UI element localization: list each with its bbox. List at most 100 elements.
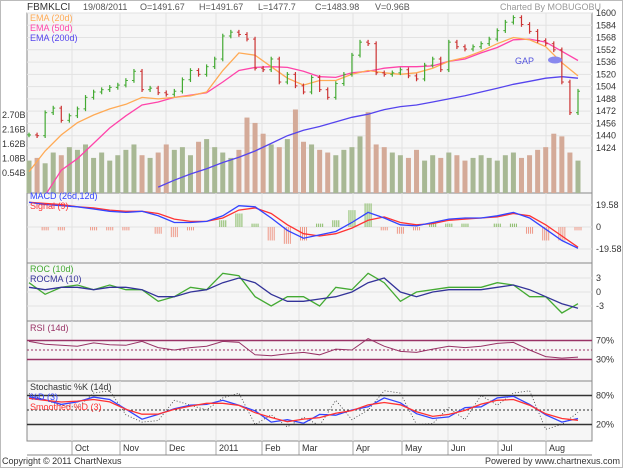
volume-bar	[430, 155, 436, 193]
volume-bar	[438, 157, 444, 193]
volume-bar	[470, 157, 476, 193]
x-tick-label: Aug	[549, 443, 565, 453]
macd-tick-label: 19.58	[596, 200, 619, 210]
volume-bar	[494, 160, 500, 193]
price-tick-label: 1472	[596, 106, 616, 116]
price-tick-label: 1520	[596, 69, 616, 79]
volume-bar	[446, 152, 452, 193]
price-tick-label: 1536	[596, 57, 616, 67]
macd-tick-label: 0	[596, 222, 601, 232]
x-tick-label: Jul	[501, 443, 513, 453]
volume-bar	[301, 141, 306, 193]
volume-bar	[414, 149, 420, 193]
roc-tick-label: -3	[596, 301, 604, 311]
roc-tick-label: 3	[596, 273, 601, 283]
volume-bar	[381, 147, 387, 193]
volume-bar	[559, 136, 565, 193]
price-tick-label: 1504	[596, 82, 616, 92]
legend-ema200: EMA (200d)	[30, 33, 78, 43]
volume-bar	[510, 152, 516, 193]
volume-bar	[171, 149, 177, 193]
date-label: 19/08/2011	[83, 2, 127, 12]
powered-by-link[interactable]: Powered by www.chartnexus.com	[485, 456, 620, 466]
volume-label: V=0.96B	[375, 2, 410, 12]
volume-bar	[139, 155, 145, 193]
stoch-tick-label: 20%	[596, 420, 614, 430]
volume-bar	[204, 139, 210, 193]
legend-signal: Signal (9)	[30, 201, 69, 211]
volume-bar	[147, 157, 153, 193]
x-tick-label: Oct	[75, 443, 90, 453]
volume-bar	[486, 157, 492, 193]
volume-bar	[325, 152, 331, 193]
volume-bar	[309, 144, 315, 193]
volume-bar	[405, 157, 411, 193]
close-label: C=1483.98	[315, 2, 359, 12]
gap-annotation: GAP	[515, 56, 534, 66]
price-tick-label: 1552	[596, 45, 616, 55]
volume-tick-label: 0.54B	[2, 168, 26, 178]
rsi-tick-label: 30%	[596, 355, 614, 365]
volume-bar	[131, 144, 137, 193]
x-tick-label: Nov	[123, 443, 140, 453]
price-tick-label: 1568	[596, 33, 616, 43]
volume-bar	[543, 147, 549, 193]
volume-bar	[220, 152, 226, 193]
volume-bar	[268, 144, 274, 193]
volume-bar	[260, 133, 266, 193]
volume-tick-label: 1.08B	[2, 154, 26, 164]
chart-container: FBMKLCI 19/08/2011 O=1491.67 H=1491.67 L…	[0, 0, 624, 469]
stoch-tick-label: 80%	[596, 391, 614, 401]
panel-1	[26, 192, 593, 264]
legend-stoch-k: Stochastic %K (14d)	[30, 382, 112, 392]
volume-bar	[123, 149, 129, 193]
volume-bar	[42, 163, 48, 193]
volume-bar	[422, 160, 428, 193]
x-tick-label: Mar	[302, 443, 318, 453]
volume-bar	[551, 133, 557, 193]
legend-ema50: EMA (50d)	[30, 23, 73, 33]
volume-bar	[575, 160, 581, 193]
rsi-tick-label: 70%	[596, 336, 614, 346]
volume-bar	[99, 152, 105, 193]
volume-bar	[502, 155, 508, 193]
legend-macd: MACD (26d,12d)	[30, 191, 98, 201]
volume-bar	[26, 160, 32, 193]
legend-rsi: RSI (14d)	[30, 323, 69, 333]
macd-tick-label: -19.58	[596, 244, 622, 254]
volume-bar	[389, 152, 395, 193]
volume-bar	[228, 157, 234, 193]
x-tick-label: May	[405, 443, 423, 453]
volume-bar	[66, 147, 72, 193]
volume-bar	[115, 155, 121, 193]
high-label: H=1491.67	[199, 2, 243, 12]
volume-bar	[454, 155, 460, 193]
volume-bar	[196, 141, 202, 193]
price-tick-label: 1440	[596, 131, 616, 141]
volume-bar	[462, 160, 468, 193]
volume-bar	[284, 139, 290, 193]
price-tick-label: 1456	[596, 118, 616, 128]
volume-bar	[276, 147, 282, 193]
open-label: O=1491.67	[140, 2, 185, 12]
legend-ema20: EMA (20d)	[30, 13, 73, 23]
legend-stoch-d: %D (3)	[30, 392, 58, 402]
volume-bar	[179, 147, 185, 193]
legend-rocma: ROCMA (10)	[30, 274, 82, 284]
panel-4	[26, 380, 593, 442]
x-tick-label: Dec	[169, 443, 186, 453]
panel-3	[26, 320, 593, 382]
volume-bar	[91, 157, 97, 193]
volume-bar	[373, 144, 379, 193]
volume-bar	[107, 160, 113, 193]
volume-bar	[397, 155, 403, 193]
volume-tick-label: 1.62B	[2, 139, 26, 149]
volume-bar	[212, 147, 218, 193]
volume-bar	[317, 149, 323, 193]
stock-chart: FBMKLCI 19/08/2011 O=1491.67 H=1491.67 L…	[0, 0, 623, 468]
volume-bar	[163, 144, 169, 193]
credit-label: Charted By MOBUGOBU	[500, 2, 601, 12]
roc-tick-label: 0	[596, 287, 601, 297]
volume-bar	[349, 147, 355, 193]
volume-bar	[357, 136, 363, 193]
